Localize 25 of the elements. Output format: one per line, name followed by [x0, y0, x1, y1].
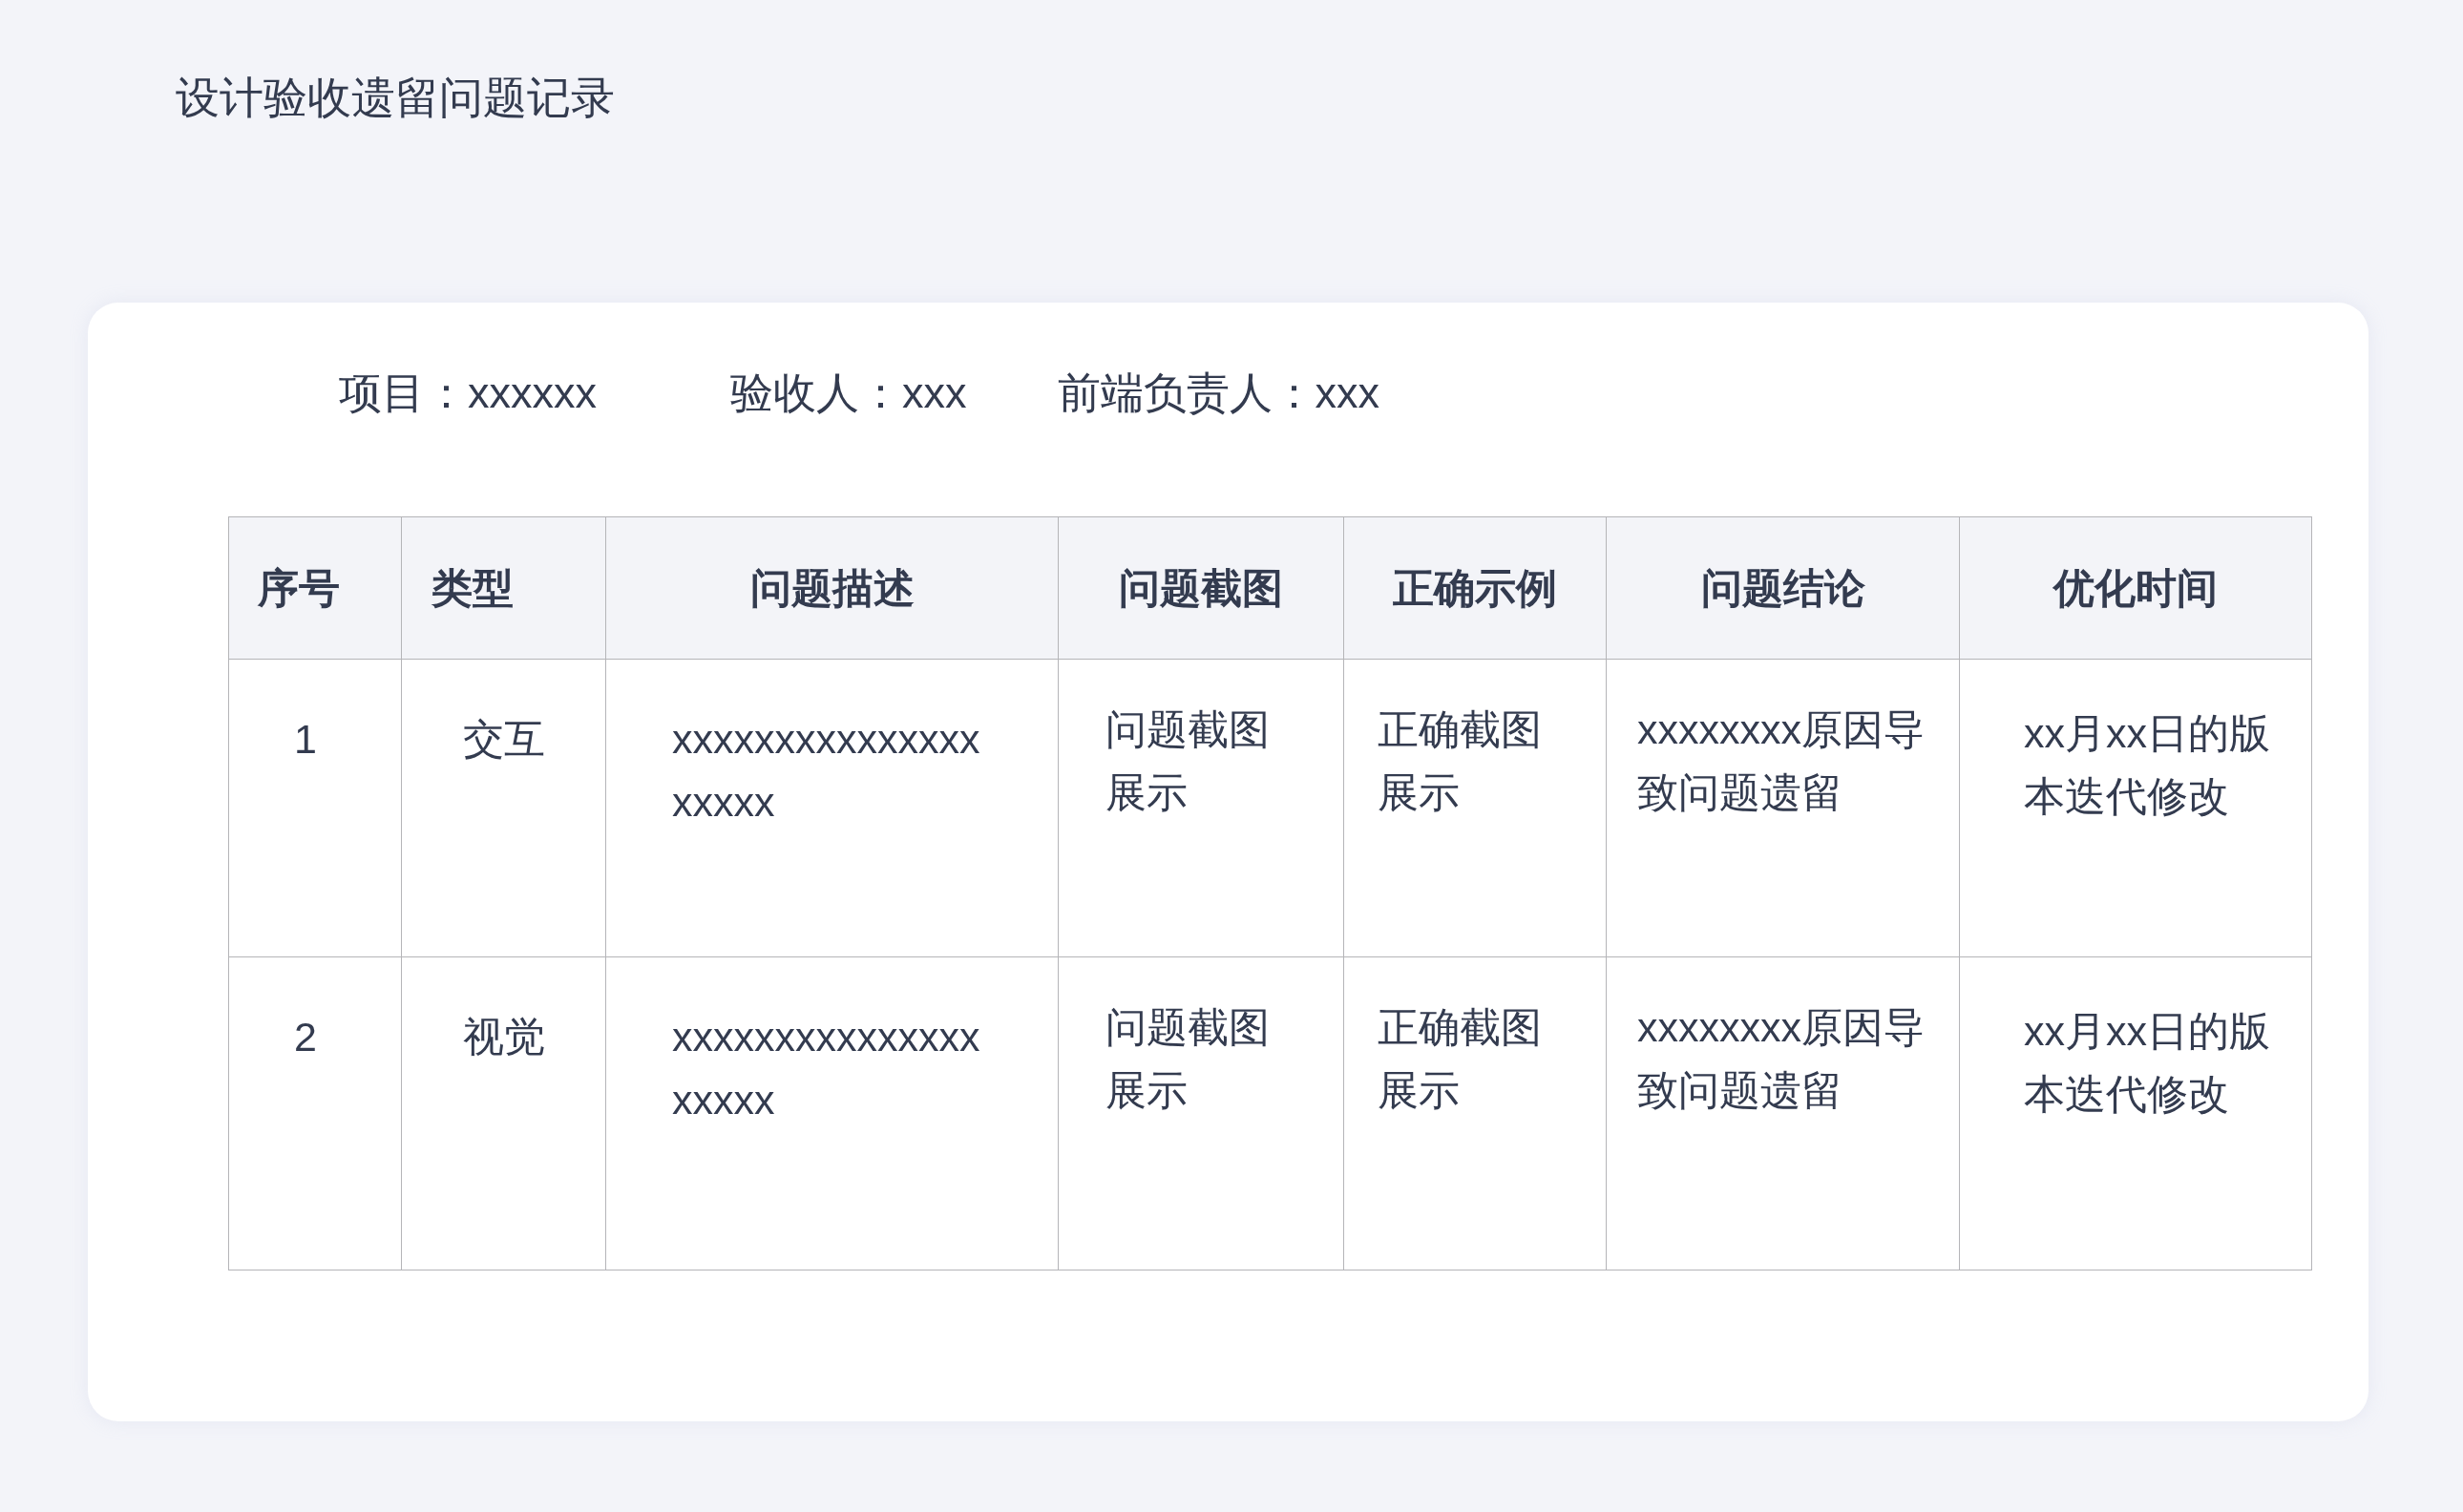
table-cell-text: 问题截图展示 [1105, 705, 1271, 817]
info-label: 项目：xxxxxx [339, 368, 597, 420]
column-header: 类型 [401, 517, 605, 659]
column-header: 问题截图 [1058, 517, 1343, 659]
table-cell-text: 问题截图展示 [1105, 1003, 1271, 1115]
table-cell-text: 2 [294, 1013, 317, 1061]
table-cell-text: 1 [294, 715, 317, 764]
info-label: 验收人：xxx [730, 368, 967, 420]
table-cell-text: 正确截图展示 [1378, 705, 1543, 817]
table-cell-text: 交互 [462, 715, 545, 764]
column-header: 问题结论 [1606, 517, 1959, 659]
page-title: 设计验收遗留问题记录 [176, 72, 615, 124]
table-cell-text: xxxxxxxxxxxxxxxxxxxx [672, 1013, 981, 1124]
column-header: 问题描述 [605, 517, 1058, 659]
column-header: 序号 [257, 563, 341, 613]
table-cell-text: 视觉 [462, 1013, 545, 1061]
column-header: 优化时间 [1959, 517, 2311, 659]
info-label: 前端负责人：xxx [1057, 368, 1379, 420]
table-cell-text: 正确截图展示 [1378, 1003, 1543, 1115]
table-cell-text: xx月xx日的版本迭代修改 [2024, 709, 2271, 821]
table-cell-text: xx月xx日的版本迭代修改 [2024, 1007, 2271, 1119]
table-cell-text: xxxxxxxx原因导致问题遗留 [1637, 1003, 1926, 1115]
table-cell-text: xxxxxxxxxxxxxxxxxxxx [672, 715, 981, 827]
table-cell-text: xxxxxxxx原因导致问题遗留 [1637, 705, 1926, 817]
column-header: 正确示例 [1343, 517, 1606, 659]
